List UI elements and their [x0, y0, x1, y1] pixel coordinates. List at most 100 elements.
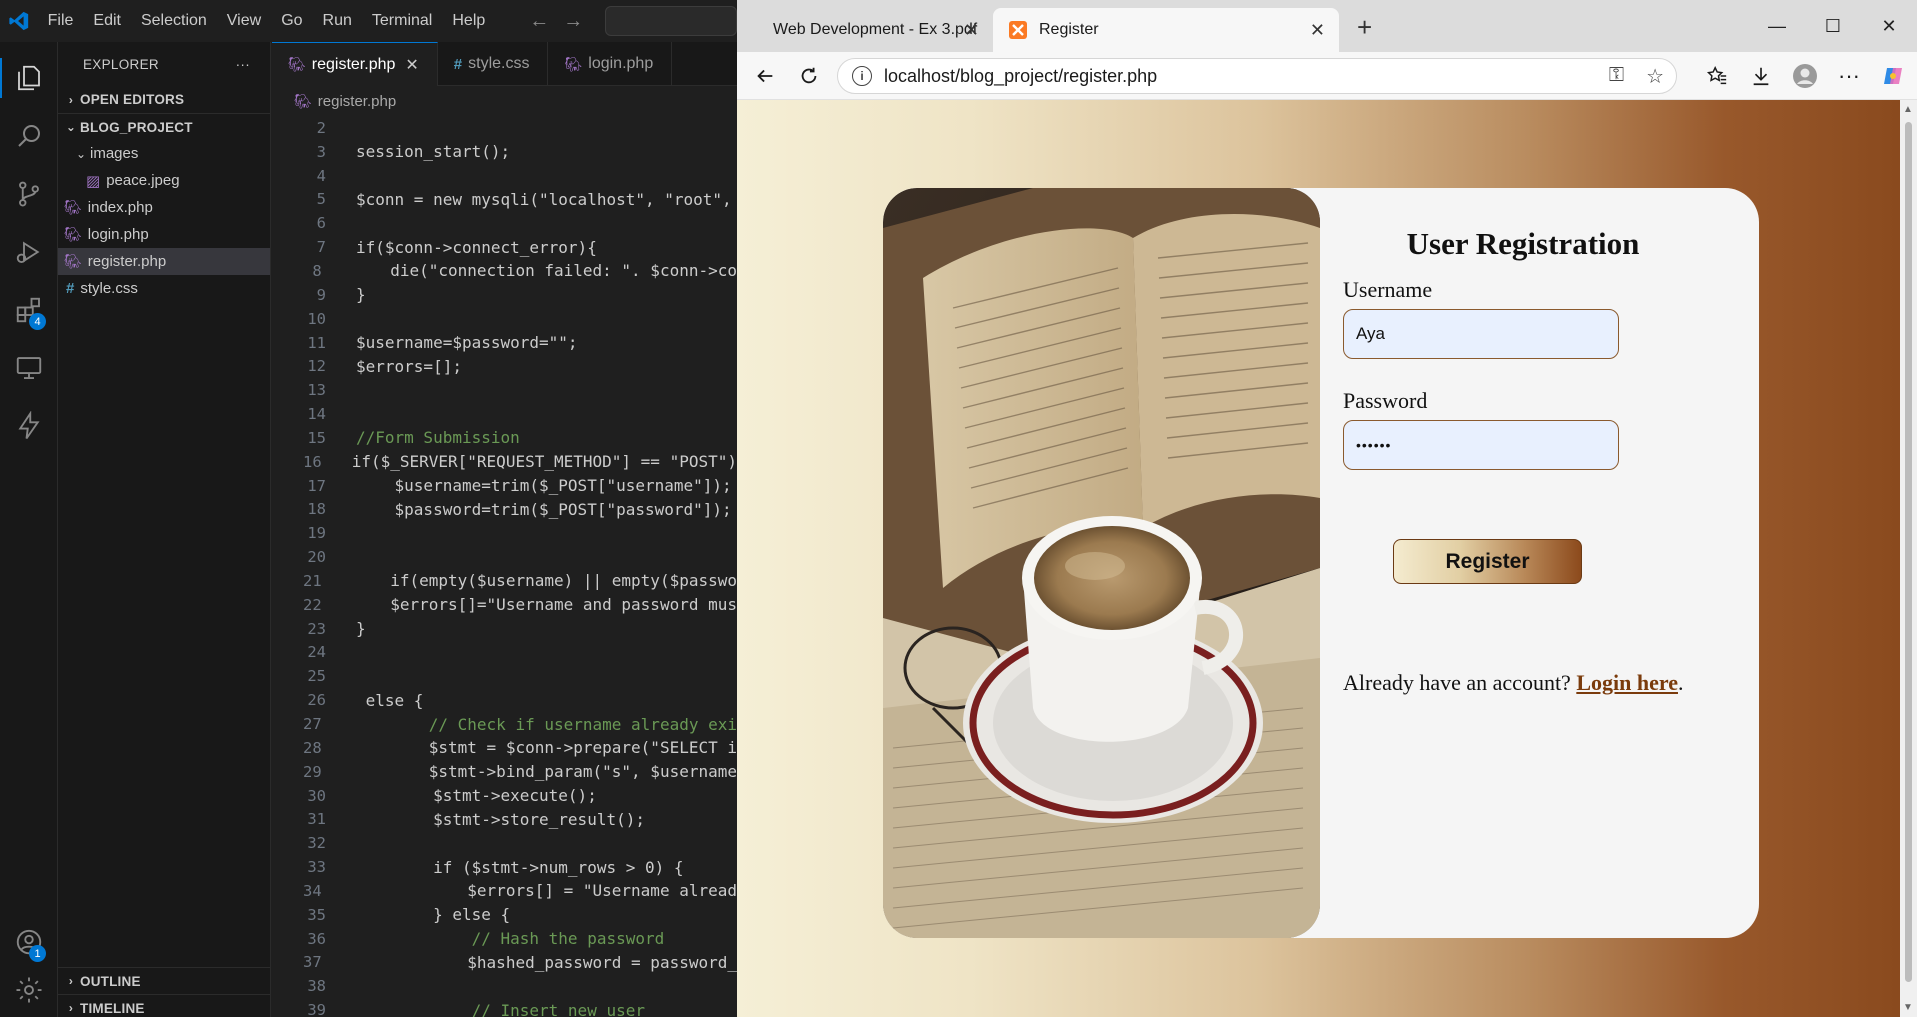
open-editors-section[interactable]: › OPEN EDITORS: [58, 86, 270, 113]
source-control-icon[interactable]: [0, 166, 58, 222]
code-line[interactable]: 33 if ($stmt->num_rows > 0) {: [272, 855, 737, 879]
tab-login-php[interactable]: 🐘︎ login.php: [548, 42, 673, 86]
file-style-css[interactable]: # style.css: [58, 275, 270, 302]
code-line[interactable]: 10: [272, 307, 737, 331]
scroll-down-icon[interactable]: ▼: [1903, 1002, 1913, 1013]
code-line[interactable]: 7 if($conn->connect_error){: [272, 235, 737, 259]
outline-section[interactable]: › OUTLINE: [58, 967, 271, 994]
menu-selection[interactable]: Selection: [131, 0, 217, 42]
search-icon[interactable]: [0, 108, 58, 164]
code-line[interactable]: 36 // Hash the password: [272, 927, 737, 951]
code-line[interactable]: 21 if(empty($username) || empty($passwo: [272, 569, 737, 593]
explorer-more-icon[interactable]: ···: [236, 57, 250, 72]
register-button[interactable]: Register: [1393, 539, 1582, 584]
code-editor[interactable]: 2 3 session_start(); 4 5 $conn = new mysqli("…: [272, 116, 737, 1017]
code-line[interactable]: 5 $conn = new mysqli("localhost", "root",: [272, 188, 737, 212]
code-line[interactable]: 8 die("connection failed: ". $conn->co: [272, 259, 737, 283]
code-line[interactable]: 23}: [272, 617, 737, 641]
profile-avatar-icon[interactable]: [1783, 56, 1827, 96]
code-line[interactable]: 28 $stmt = $conn->prepare("SELECT i: [272, 736, 737, 760]
code-line[interactable]: 38: [272, 974, 737, 998]
code-line[interactable]: 37 $hashed_password = password_: [272, 951, 737, 975]
code-line[interactable]: 18 $password=trim($_POST["password"]);: [272, 498, 737, 522]
back-arrow-icon[interactable]: [743, 56, 787, 96]
project-folder[interactable]: ⌄ BLOG_PROJECT: [58, 113, 270, 140]
code-line[interactable]: 30 $stmt->execute();: [272, 784, 737, 808]
menu-terminal[interactable]: Terminal: [362, 0, 442, 42]
file-login-php[interactable]: 🐘︎ login.php: [58, 221, 270, 248]
command-center-input[interactable]: [605, 6, 737, 36]
code-line[interactable]: 20: [272, 545, 737, 569]
code-line[interactable]: 29 $stmt->bind_param("s", $username: [272, 760, 737, 784]
browser-tab-register[interactable]: Register ✕: [993, 8, 1339, 52]
username-input[interactable]: Aya: [1343, 309, 1619, 359]
menu-go[interactable]: Go: [271, 0, 312, 42]
close-icon[interactable]: ✕: [1310, 20, 1325, 41]
code-line[interactable]: 9}: [272, 283, 737, 307]
file-register-php[interactable]: 🐘︎ register.php: [58, 248, 270, 275]
close-icon[interactable]: ✕: [964, 20, 979, 41]
file-index-php[interactable]: 🐘︎ index.php: [58, 194, 270, 221]
maximize-icon[interactable]: ☐: [1805, 0, 1861, 52]
code-line[interactable]: 3 session_start();: [272, 140, 737, 164]
code-line[interactable]: 39 // Insert new user: [272, 998, 737, 1017]
code-line[interactable]: 22 $errors[]="Username and password mus: [272, 593, 737, 617]
code-line[interactable]: 13: [272, 378, 737, 402]
code-line[interactable]: 19: [272, 521, 737, 545]
settings-gear-icon[interactable]: [0, 962, 58, 1017]
code-line[interactable]: 17 $username=trim($_POST["username"]);: [272, 474, 737, 498]
tab-style-css[interactable]: # style.css: [438, 42, 549, 86]
menu-view[interactable]: View: [217, 0, 271, 42]
code-line[interactable]: 32: [272, 831, 737, 855]
back-arrow-icon[interactable]: ←: [529, 10, 549, 33]
address-bar[interactable]: i localhost/blog_project/register.php ⚿ …: [837, 58, 1677, 94]
code-line[interactable]: 26 else {: [272, 688, 737, 712]
code-line[interactable]: 6: [272, 211, 737, 235]
forward-arrow-icon[interactable]: →: [563, 10, 583, 33]
scrollbar-thumb[interactable]: [1905, 122, 1912, 982]
page-scrollbar[interactable]: ▲ ▼: [1900, 100, 1917, 1017]
code-line[interactable]: 35 } else {: [272, 903, 737, 927]
download-icon[interactable]: [1739, 56, 1783, 96]
code-line[interactable]: 12 $errors=[];: [272, 354, 737, 378]
run-debug-icon[interactable]: [0, 224, 58, 280]
password-input[interactable]: ••••••: [1343, 420, 1619, 470]
code-line[interactable]: 2: [272, 116, 737, 140]
code-line[interactable]: 34 $errors[] = "Username alread: [272, 879, 737, 903]
explorer-icon[interactable]: [0, 50, 58, 106]
new-tab-icon[interactable]: +: [1357, 12, 1372, 43]
close-icon[interactable]: ✕: [405, 55, 418, 75]
code-line[interactable]: 14: [272, 402, 737, 426]
key-icon[interactable]: ⚿: [1609, 64, 1624, 89]
tab-register-php[interactable]: 🐘︎ register.php ✕: [272, 42, 438, 86]
code-line[interactable]: 31 $stmt->store_result();: [272, 807, 737, 831]
code-line[interactable]: 4: [272, 164, 737, 188]
favorite-star-icon[interactable]: ☆: [1646, 64, 1664, 89]
copilot-icon[interactable]: [1871, 56, 1915, 96]
browser-tab-pdf[interactable]: PDF Web Development - Ex 3.pdf ✕: [745, 8, 993, 52]
minimize-icon[interactable]: —: [1749, 0, 1805, 52]
code-line[interactable]: 11 $username=$password="";: [272, 331, 737, 355]
code-line[interactable]: 27 // Check if username already exi: [272, 712, 737, 736]
lightning-icon[interactable]: [0, 398, 58, 454]
menu-edit[interactable]: Edit: [83, 0, 131, 42]
remote-explorer-icon[interactable]: [0, 340, 58, 396]
close-window-icon[interactable]: ✕: [1861, 0, 1917, 52]
favorites-icon[interactable]: [1695, 56, 1739, 96]
timeline-section[interactable]: › TIMELINE: [58, 994, 271, 1017]
folder-images[interactable]: ⌄ images: [58, 140, 270, 167]
menu-file[interactable]: File: [38, 0, 84, 42]
code-line[interactable]: 25: [272, 664, 737, 688]
code-line[interactable]: 24: [272, 641, 737, 665]
extensions-icon[interactable]: 4: [0, 282, 58, 338]
breadcrumb[interactable]: 🐘︎ register.php: [272, 86, 737, 116]
menu-help[interactable]: Help: [442, 0, 495, 42]
scroll-up-icon[interactable]: ▲: [1903, 104, 1913, 115]
more-options-icon[interactable]: ···: [1827, 56, 1871, 96]
code-line[interactable]: 16 if($_SERVER["REQUEST_METHOD"] == "POST…: [272, 450, 737, 474]
login-link[interactable]: Login here: [1576, 670, 1678, 695]
site-info-icon[interactable]: i: [852, 66, 872, 86]
code-line[interactable]: 15 //Form Submission: [272, 426, 737, 450]
file-peace-jpeg[interactable]: ▨ peace.jpeg: [58, 167, 270, 194]
menu-run[interactable]: Run: [313, 0, 362, 42]
